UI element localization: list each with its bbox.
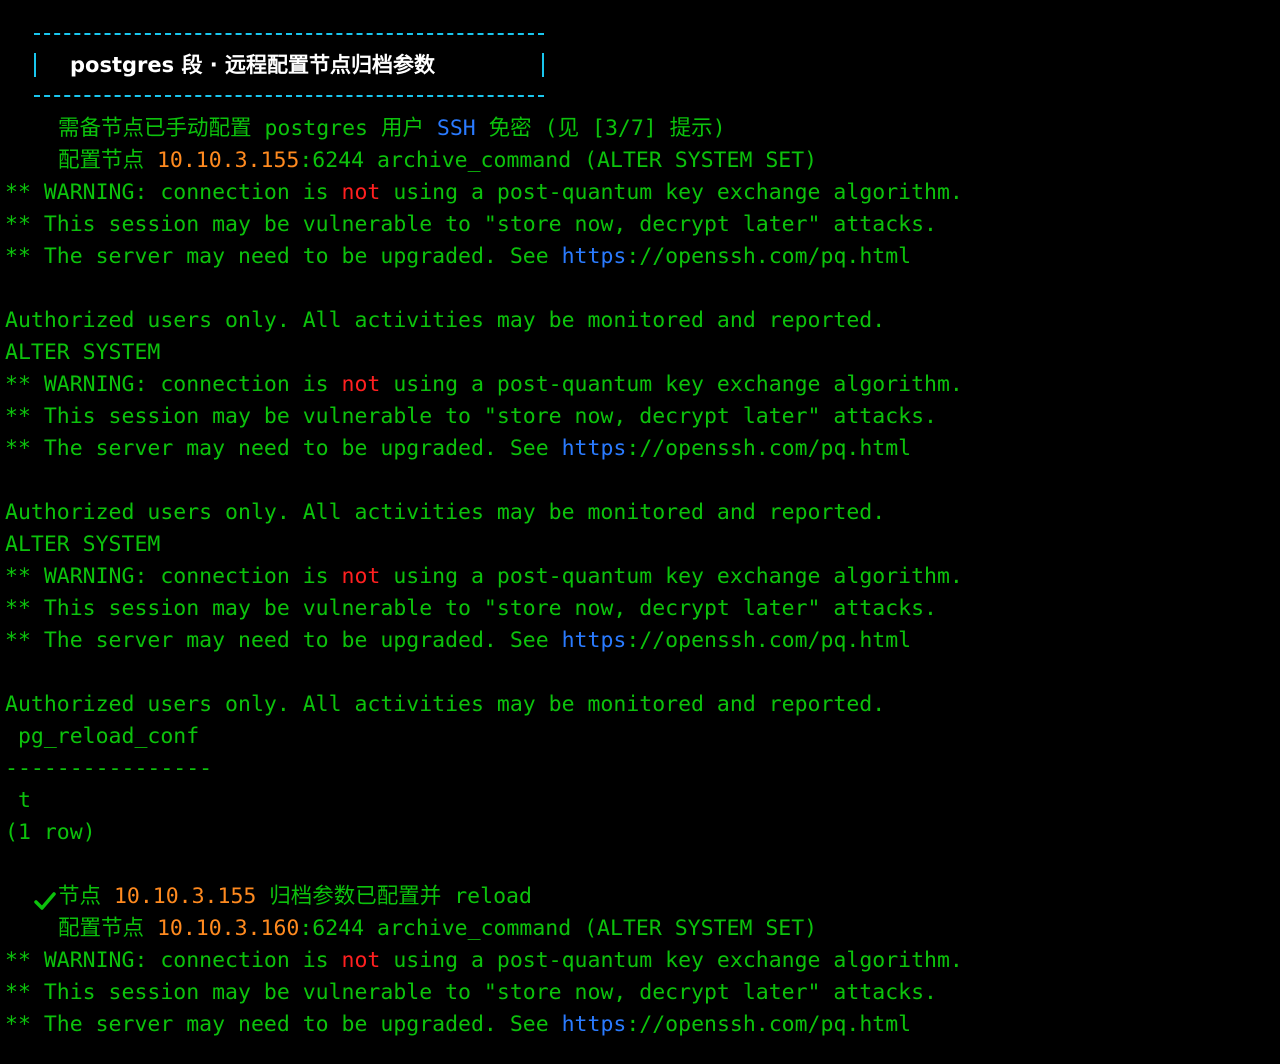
warning-suffix: using a post-quantum key exchange algori… <box>380 948 963 973</box>
upgrade-prefix: ** The server may need to be upgraded. S… <box>5 1012 562 1037</box>
warning-line: ** WARNING: connection is not using a po… <box>5 561 963 593</box>
banner-right-border <box>542 53 544 77</box>
node-config-line: 配置节点 10.10.3.160:6244 archive_command (A… <box>58 913 817 945</box>
warning-line: ** WARNING: connection is not using a po… <box>5 177 963 209</box>
upgrade-link-scheme[interactable]: https <box>562 1012 627 1037</box>
success-ip: 10.10.3.155 <box>113 884 257 909</box>
node-config-prefix: 配置节点 <box>58 916 157 941</box>
result-rowcount: (1 row) <box>5 820 96 845</box>
result-column-header: pg_reload_conf <box>5 724 200 749</box>
warning-prefix: ** WARNING: connection is <box>5 180 342 205</box>
upgrade-link-rest[interactable]: ://openssh.com/pq.html <box>626 1012 911 1037</box>
alter-system-line: ALTER SYSTEM <box>5 340 161 365</box>
upgrade-prefix: ** The server may need to be upgraded. S… <box>5 436 562 461</box>
hint-line: 需备节点已手动配置 postgres 用户 SSH 免密 (见 [3/7] 提示… <box>58 113 726 145</box>
authorized-line: Authorized users only. All activities ma… <box>5 500 886 525</box>
upgrade-link-rest[interactable]: ://openssh.com/pq.html <box>626 628 911 653</box>
warning-upgrade-line: ** The server may need to be upgraded. S… <box>5 241 911 273</box>
authorized-line: Authorized users only. All activities ma… <box>5 308 886 333</box>
banner-title: postgres 段 · 远程配置节点归档参数 <box>70 53 436 77</box>
warning-suffix: using a post-quantum key exchange algori… <box>380 180 963 205</box>
warning-line: ** WARNING: connection is not using a po… <box>5 945 963 977</box>
success-line: 节点 10.10.3.155 归档参数已配置并 reload <box>58 881 532 913</box>
hint-ssh: SSH <box>436 116 476 141</box>
node-config-line: 配置节点 10.10.3.155:6244 archive_command (A… <box>58 145 817 177</box>
node-config-prefix: 配置节点 <box>58 148 157 173</box>
warning-prefix: ** WARNING: connection is <box>5 564 342 589</box>
hint-suffix: 免密 (见 [3/7] 提示) <box>475 116 726 141</box>
success-prefix: 节点 <box>58 884 114 909</box>
warning-line: ** WARNING: connection is not using a po… <box>5 369 963 401</box>
alter-system-line: ALTER SYSTEM <box>5 532 161 557</box>
upgrade-link-scheme[interactable]: https <box>562 244 627 269</box>
hint-prefix: 需备节点已手动配置 postgres 用户 <box>58 116 437 141</box>
warning-upgrade-line: ** The server may need to be upgraded. S… <box>5 625 911 657</box>
node-config-suffix: :6244 archive_command (ALTER SYSTEM SET) <box>299 916 818 941</box>
node-config-suffix: :6244 archive_command (ALTER SYSTEM SET) <box>299 148 818 173</box>
upgrade-link-scheme[interactable]: https <box>562 628 627 653</box>
upgrade-link-rest[interactable]: ://openssh.com/pq.html <box>626 244 911 269</box>
warning-session-line: ** This session may be vulnerable to "st… <box>5 212 937 237</box>
warning-session-line: ** This session may be vulnerable to "st… <box>5 404 937 429</box>
upgrade-link-scheme[interactable]: https <box>562 436 627 461</box>
result-value: t <box>5 788 31 813</box>
upgrade-prefix: ** The server may need to be upgraded. S… <box>5 244 562 269</box>
node-ip: 10.10.3.155 <box>156 148 300 173</box>
warning-upgrade-line: ** The server may need to be upgraded. S… <box>5 1009 911 1041</box>
success-suffix: 归档参数已配置并 reload <box>256 884 532 909</box>
result-separator: ---------------- <box>5 756 213 781</box>
warning-not: not <box>341 948 381 973</box>
warning-not: not <box>341 180 381 205</box>
upgrade-prefix: ** The server may need to be upgraded. S… <box>5 628 562 653</box>
section-banner: postgres 段 · 远程配置节点归档参数 <box>34 33 544 97</box>
warning-not: not <box>341 564 381 589</box>
node-ip: 10.10.3.160 <box>156 916 300 941</box>
banner-left-border <box>34 53 36 77</box>
warning-prefix: ** WARNING: connection is <box>5 372 342 397</box>
warning-not: not <box>341 372 381 397</box>
check-icon <box>34 892 56 910</box>
warning-prefix: ** WARNING: connection is <box>5 948 342 973</box>
authorized-line: Authorized users only. All activities ma… <box>5 692 886 717</box>
warning-session-line: ** This session may be vulnerable to "st… <box>5 980 937 1005</box>
warning-suffix: using a post-quantum key exchange algori… <box>380 564 963 589</box>
warning-upgrade-line: ** The server may need to be upgraded. S… <box>5 433 911 465</box>
warning-suffix: using a post-quantum key exchange algori… <box>380 372 963 397</box>
terminal-window[interactable]: postgres 段 · 远程配置节点归档参数 需备节点已手动配置 postgr… <box>0 0 1280 1064</box>
warning-session-line: ** This session may be vulnerable to "st… <box>5 596 937 621</box>
upgrade-link-rest[interactable]: ://openssh.com/pq.html <box>626 436 911 461</box>
